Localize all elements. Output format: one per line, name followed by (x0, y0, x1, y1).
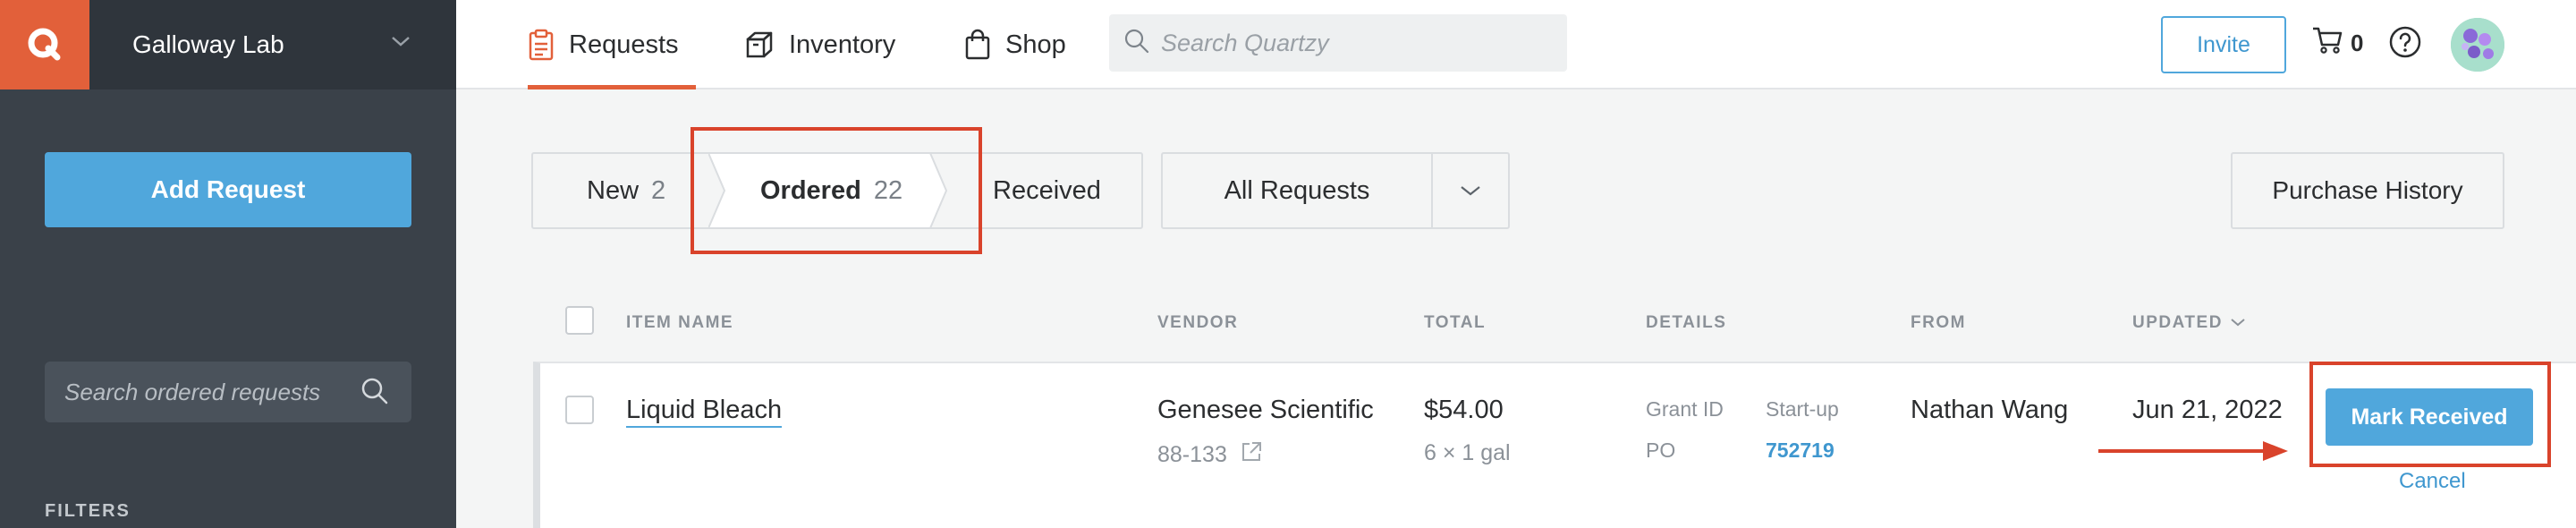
purchase-history-button[interactable]: Purchase History (2231, 152, 2504, 229)
tab-new[interactable]: New 2 (587, 154, 665, 227)
tab-ordered-count: 22 (873, 175, 903, 205)
chevron-down-icon (390, 34, 411, 53)
header-vendor[interactable]: VENDOR (1157, 313, 1238, 333)
active-tab-indicator (528, 85, 696, 89)
avatar-image (2451, 18, 2504, 72)
add-request-button[interactable]: Add Request (45, 152, 411, 227)
lab-switcher[interactable]: Galloway Lab (89, 0, 456, 89)
nav-shop[interactable]: Shop (964, 0, 1066, 89)
cart-icon (2311, 25, 2343, 62)
box-icon (744, 30, 775, 60)
clipboard-icon (528, 29, 555, 61)
updated-date: Jun 21, 2022 (2132, 396, 2283, 424)
sort-chevron-icon (2230, 313, 2246, 333)
select-all-checkbox[interactable] (565, 306, 594, 335)
external-link-icon (1240, 440, 1263, 470)
search-ordered-requests (45, 362, 411, 422)
total-amount: $54.00 (1424, 396, 1504, 424)
chevron-down-icon (1433, 154, 1508, 227)
row-checkbox[interactable] (565, 396, 594, 424)
po-number-link[interactable]: 752719 (1766, 439, 1835, 463)
catalog-number[interactable]: 88-133 (1157, 440, 1263, 470)
tab-ordered[interactable]: Ordered 22 (760, 154, 902, 227)
grant-id-value: Start-up (1766, 397, 1839, 421)
nav-shop-label: Shop (1005, 30, 1066, 59)
header-total[interactable]: TOTAL (1424, 313, 1486, 333)
header-from[interactable]: FROM (1911, 313, 1966, 333)
grant-id-label: Grant ID (1646, 397, 1724, 421)
help-icon[interactable] (2388, 25, 2422, 64)
po-label: PO (1646, 439, 1676, 462)
header-updated-label: UPDATED (2132, 313, 2223, 332)
shopping-bag-icon (964, 29, 991, 61)
nav-inventory[interactable]: Inventory (744, 0, 895, 89)
tab-received-label: Received (993, 175, 1101, 205)
header-updated[interactable]: UPDATED (2132, 313, 2246, 333)
search-icon[interactable] (360, 376, 390, 411)
invite-button[interactable]: Invite (2161, 16, 2286, 73)
tab-ordered-label: Ordered (760, 175, 861, 205)
tab-received[interactable]: Received (993, 154, 1101, 227)
logo-q-icon (28, 28, 61, 61)
nav-requests[interactable]: Requests (528, 0, 696, 89)
requests-filter-selected: All Requests (1163, 154, 1433, 227)
tab-new-label: New (587, 175, 640, 205)
vendor-name: Genesee Scientific (1157, 396, 1374, 424)
header-item-name[interactable]: ITEM NAME (626, 313, 733, 333)
search-icon (1123, 28, 1150, 59)
requested-by: Nathan Wang (1911, 396, 2069, 424)
quantity: 6 × 1 gal (1424, 440, 1511, 465)
filters-heading: FILTERS (45, 501, 131, 521)
top-bar: Requests Inventory Shop Invite 0 (456, 0, 2576, 89)
cart-count: 0 (2351, 30, 2364, 56)
cart-button[interactable]: 0 (2311, 25, 2363, 62)
status-tabs: New 2 Ordered 22 Received (531, 152, 1143, 229)
annotation-arrow (2098, 439, 2290, 468)
global-search (1109, 14, 1567, 72)
quartzy-logo[interactable] (0, 0, 89, 89)
global-search-input[interactable] (1161, 29, 1555, 57)
requests-filter-dropdown[interactable]: All Requests (1161, 152, 1510, 229)
cancel-link[interactable]: Cancel (2399, 469, 2466, 494)
search-ordered-requests-input[interactable] (64, 378, 351, 406)
item-name: Liquid Bleach (626, 396, 783, 428)
app: Galloway Lab Add Request FILTERS Request… (0, 0, 2576, 528)
catalog-number-text: 88-133 (1157, 442, 1227, 467)
sidebar: Galloway Lab Add Request FILTERS (0, 0, 456, 528)
lab-name: Galloway Lab (132, 30, 284, 58)
mark-received-button[interactable]: Mark Received (2326, 388, 2533, 446)
item-name-link[interactable]: Liquid Bleach (626, 396, 783, 428)
tab-new-count: 2 (651, 175, 666, 205)
avatar[interactable] (2451, 18, 2504, 72)
nav-requests-label: Requests (569, 30, 679, 59)
nav-inventory-label: Inventory (789, 30, 896, 59)
header-details: DETAILS (1646, 313, 1727, 332)
